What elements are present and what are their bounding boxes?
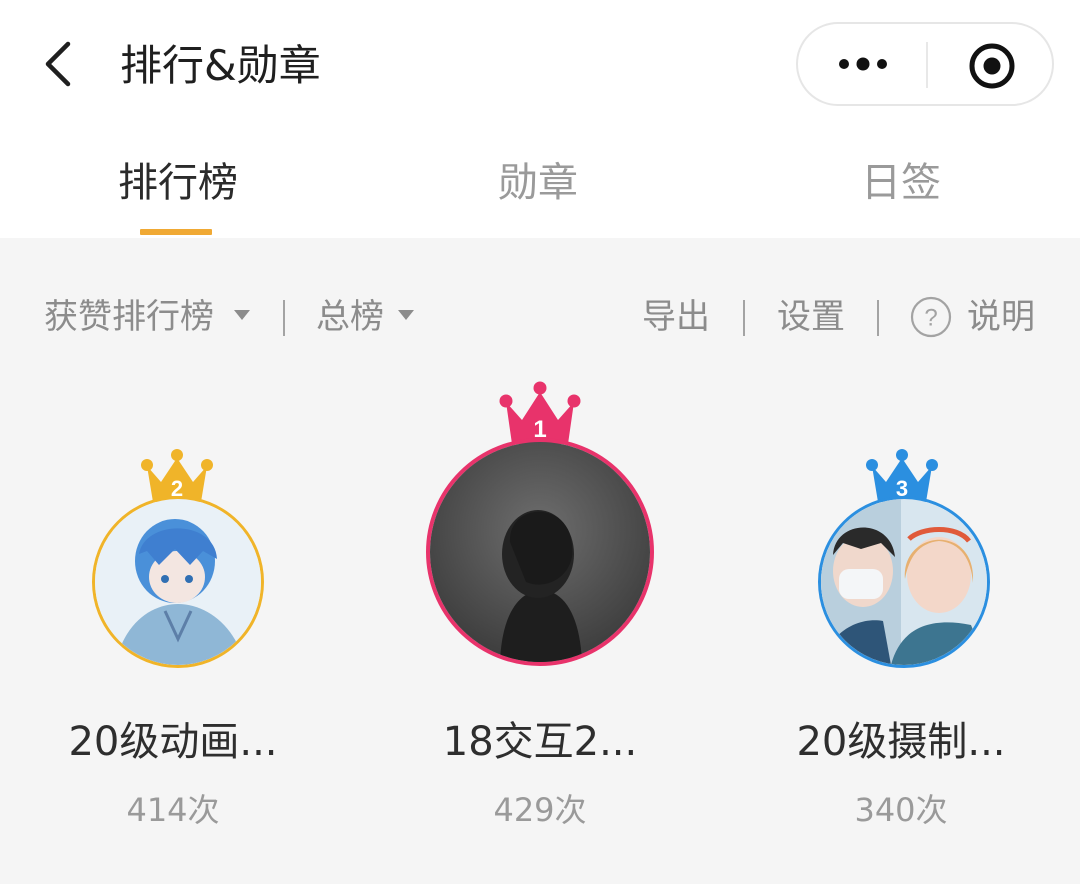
export-button[interactable]: 导出: [642, 294, 710, 340]
avatar-rank-1[interactable]: [426, 438, 654, 666]
avatar-rank-2[interactable]: [92, 496, 264, 668]
back-button[interactable]: [38, 38, 82, 90]
chevron-left-icon: [45, 41, 71, 87]
tab-medals[interactable]: 勋章: [498, 156, 578, 210]
tab-active-indicator: [140, 229, 212, 235]
target-icon: [969, 43, 1015, 89]
help-button[interactable]: 说明: [967, 294, 1035, 340]
tab-daily-sign[interactable]: 日签: [861, 156, 941, 210]
toolbar-divider: [877, 300, 879, 336]
tab-ranking[interactable]: 排行榜: [118, 156, 238, 210]
period-dropdown[interactable]: 总榜: [316, 294, 384, 340]
toolbar-divider: [743, 300, 745, 336]
podium-name-rank-1: 18交互2...: [442, 719, 638, 765]
more-button[interactable]: [828, 44, 898, 84]
close-mini-program-button[interactable]: [966, 40, 1018, 92]
caret-down-icon: [398, 310, 414, 320]
podium-name-rank-3: 20级摄制...: [796, 719, 1006, 765]
svg-text:?: ?: [924, 305, 937, 332]
podium-count-rank-1: 429次: [493, 791, 587, 829]
capsule-divider: [926, 42, 928, 88]
ranking-type-dropdown[interactable]: 获赞排行榜: [44, 294, 214, 340]
mini-program-capsule: [796, 22, 1054, 106]
podium-count-rank-2: 414次: [126, 791, 220, 829]
more-dots-icon: [839, 57, 887, 71]
avatar-rank-3[interactable]: [818, 496, 990, 668]
settings-button[interactable]: 设置: [777, 294, 845, 340]
podium-count-rank-3: 340次: [854, 791, 948, 829]
toolbar-divider: [283, 300, 285, 336]
page-title: 排行&勋章: [120, 41, 321, 90]
caret-down-icon: [234, 310, 250, 320]
question-circle-icon[interactable]: ?: [910, 296, 952, 338]
podium-name-rank-2: 20级动画...: [68, 719, 278, 765]
